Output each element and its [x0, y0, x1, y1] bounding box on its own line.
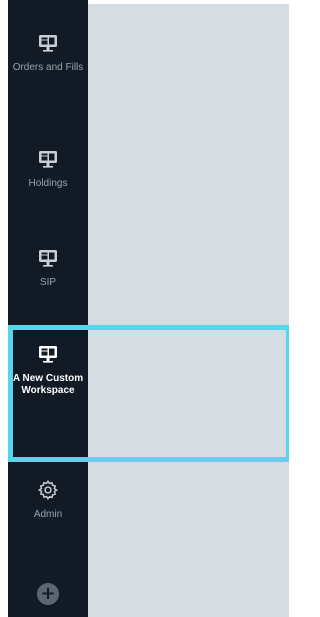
sidebar-item-label: SIP — [39, 277, 57, 288]
sidebar-item-label: Admin — [33, 509, 63, 520]
plus-icon: + — [40, 583, 56, 604]
sidebar-item-label: Holdings — [28, 178, 68, 189]
workspace-content-area — [88, 4, 289, 617]
active-workspace-outline — [8, 325, 289, 462]
sidebar-item-holdings[interactable]: Holdings — [8, 148, 88, 190]
add-workspace-button[interactable]: + — [37, 583, 59, 605]
sidebar-item-admin[interactable]: Admin — [8, 479, 88, 521]
app-window: Orders and Fills Holdings SIP A New Cust… — [0, 0, 289, 617]
monitor-icon — [39, 35, 57, 52]
sidebar-item-orders-and-fills[interactable]: Orders and Fills — [8, 32, 88, 74]
sidebar-item-sip[interactable]: SIP — [8, 247, 88, 289]
workspace-sidebar — [8, 0, 88, 617]
gear-icon — [37, 480, 58, 500]
monitor-icon — [39, 151, 57, 168]
sidebar-item-label: Orders and Fills — [12, 62, 84, 73]
monitor-icon — [39, 250, 57, 267]
